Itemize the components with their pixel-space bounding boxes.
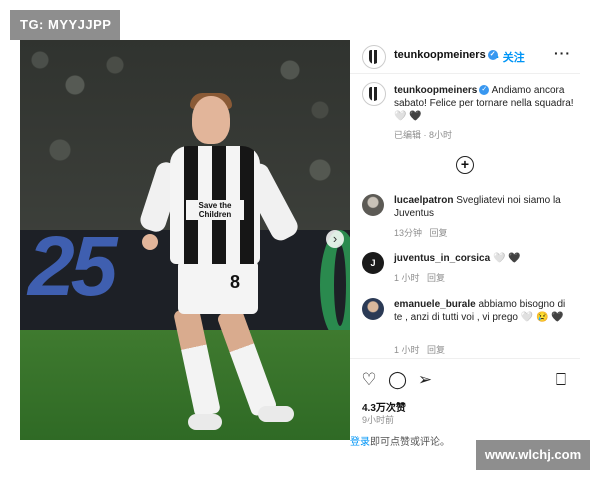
comment-text: juventus_in_corsica 🤍 🖤 (394, 252, 570, 265)
comment-text: lucaelpatron Svegliatevi noi siamo la Ju… (394, 194, 570, 220)
watermark-bottom-right: www.wlchj.com (476, 440, 590, 470)
comment-time: 13分钟 (394, 228, 423, 238)
caption-meta: 已编辑 · 8小时 (394, 130, 453, 140)
comment-meta: 1 小时 回复 (394, 271, 445, 284)
next-icon[interactable]: › (326, 230, 344, 248)
player-boot-left (188, 414, 222, 430)
comment-meta: 13分钟 回复 (394, 226, 448, 239)
bookmark-icon[interactable]: ⎕ (552, 371, 570, 389)
reply-button[interactable]: 回复 (427, 273, 445, 283)
follow-label[interactable]: 关注 (503, 52, 525, 64)
board-number: 25 (28, 219, 117, 313)
comment-icon[interactable]: ◯ (388, 371, 407, 389)
comment-meta: 1 小时 回复 (394, 343, 445, 356)
instagram-post-page: TG: MYYJJPP 25 8 Save the Children ● (0, 0, 600, 480)
share-icon[interactable]: ➢ (416, 371, 434, 389)
header-username-text[interactable]: teunkoopmeiners (394, 49, 486, 61)
verified-icon: ✓ (479, 85, 490, 96)
like-count[interactable]: 4.3万次赞 (362, 399, 406, 414)
post-header: teunkoopmeiners ✓ · 关注 ··· (350, 40, 580, 74)
comment-username[interactable]: juventus_in_corsica (394, 253, 490, 264)
player-leg-left (173, 306, 221, 418)
heart-icon[interactable]: ♡ (360, 371, 378, 389)
comment-text: emanuele_burale abbiamo bisogno di te , … (394, 298, 570, 324)
comment-username[interactable]: emanuele_burale (394, 299, 476, 310)
comment-time: 1 小时 (394, 273, 420, 283)
player-boot-right (258, 406, 294, 422)
sponsor-line-2: Children (198, 210, 232, 219)
avatar[interactable] (362, 45, 386, 69)
comment-body: 🤍 🖤 (492, 253, 521, 264)
header-username[interactable]: teunkoopmeiners ✓ (394, 49, 498, 61)
add-comment-icon[interactable]: + (456, 156, 474, 174)
reply-button[interactable]: 回复 (427, 345, 445, 355)
post-photo[interactable]: 25 8 Save the Children ● (20, 40, 350, 440)
login-link[interactable]: 登录 (350, 437, 370, 448)
post-actions: ♡ ◯ ➢ ⎕ 4.3万次赞 9小时前 登录即可点赞或评论。 (350, 358, 580, 448)
caption-avatar[interactable] (362, 82, 386, 106)
caption-text: teunkoopmeiners ✓ Andiamo ancora sabato! … (394, 84, 574, 123)
login-prompt: 登录即可点赞或评论。 (350, 433, 450, 448)
shirt-sponsor: Save the Children (186, 200, 244, 220)
watermark-top-left: TG: MYYJJPP (10, 10, 120, 40)
reply-button[interactable]: 回复 (430, 228, 448, 238)
player-hand-left (142, 234, 158, 250)
player-figure: 8 Save the Children (137, 93, 310, 436)
commenter-avatar[interactable] (362, 298, 384, 320)
player-head (192, 96, 230, 144)
shorts-number: 8 (230, 272, 241, 292)
commenter-avatar[interactable] (362, 194, 384, 216)
more-icon[interactable]: ··· (554, 45, 571, 61)
login-prompt-text: 即可点赞或评论。 (370, 437, 450, 448)
sponsor-line-1: Save the (198, 201, 232, 210)
post-time: 9小时前 (362, 415, 395, 425)
player-shorts (178, 260, 258, 314)
commenter-avatar[interactable]: J (362, 252, 384, 274)
comment-time: 1 小时 (394, 345, 420, 355)
comment-username[interactable]: lucaelpatron (394, 195, 453, 206)
caption-username[interactable]: teunkoopmeiners (394, 85, 477, 96)
post-side-panel: teunkoopmeiners ✓ · 关注 ··· teunkoopmeiner… (350, 40, 580, 448)
follow-button[interactable]: · 关注 (496, 49, 525, 65)
player-leg-right (216, 306, 278, 418)
